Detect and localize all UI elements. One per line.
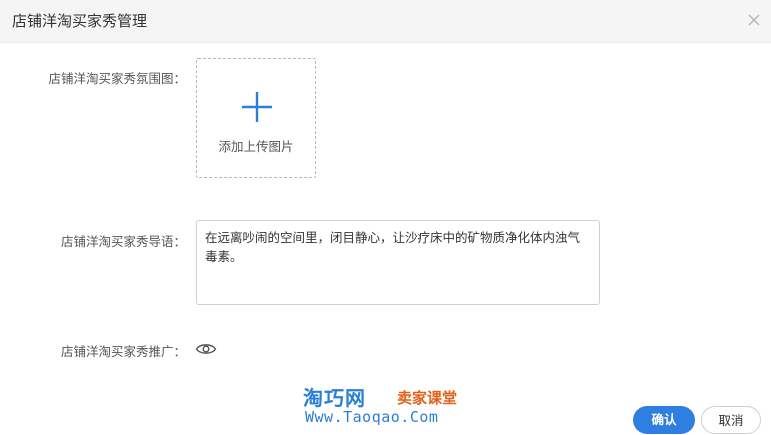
image-uploader[interactable]: 添加上传图片: [196, 58, 316, 178]
close-icon: [748, 14, 760, 26]
upload-text: 添加上传图片: [218, 139, 294, 154]
guide-textarea[interactable]: [196, 220, 600, 305]
eye-icon[interactable]: [195, 341, 217, 357]
dialog-title: 店铺洋淘买家秀管理: [12, 12, 148, 30]
atmosphere-label: 店铺洋淘买家秀氛围图：: [48, 71, 186, 86]
watermark-url: Www.Taoqao.Com: [305, 408, 439, 426]
guide-label: 店铺洋淘买家秀导语：: [60, 234, 186, 249]
dialog-header: 店铺洋淘买家秀管理: [0, 0, 771, 43]
watermark-brand: 淘巧网: [303, 386, 366, 410]
cancel-button[interactable]: 取消: [701, 406, 761, 434]
close-button[interactable]: [745, 11, 763, 29]
plus-icon: [242, 92, 272, 122]
watermark-subtitle: 卖家课堂: [397, 389, 458, 407]
promote-label: 店铺洋淘买家秀推广：: [60, 344, 186, 359]
watermark: 淘巧网 卖家课堂 Www.Taoqao.Com: [303, 382, 473, 428]
confirm-button[interactable]: 确认: [633, 406, 695, 434]
